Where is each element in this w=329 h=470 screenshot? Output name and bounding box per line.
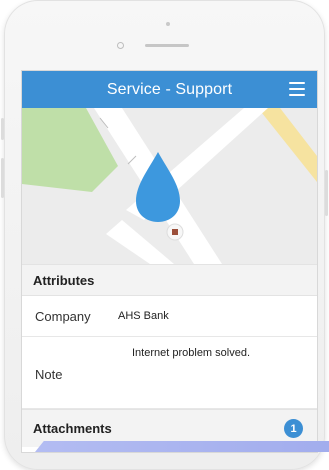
proximity-sensor — [117, 42, 124, 49]
phone-frame: Service - Support Attributes Company AHS… — [1, 0, 328, 470]
note-row: Note Internet problem solved. — [22, 337, 317, 409]
company-label: Company — [35, 308, 91, 324]
note-label: Note — [35, 367, 63, 382]
note-value: Internet problem solved. — [132, 347, 251, 359]
silent-switch — [1, 118, 4, 140]
attributes-title: Attributes — [33, 272, 95, 288]
page-title: Service - Support — [106, 80, 233, 98]
company-value: AHS Bank — [118, 310, 169, 322]
app-screen: Service - Support Attributes Company AHS… — [22, 71, 317, 452]
earpiece-speaker — [145, 44, 189, 47]
attachments-title: Attachments — [33, 421, 112, 436]
power-button — [325, 170, 328, 216]
volume-up-button — [1, 158, 4, 198]
app-bar: Service - Support — [22, 71, 317, 108]
map-canvas — [22, 108, 317, 264]
front-camera — [166, 22, 170, 26]
attachments-count-badge: 1 — [284, 419, 303, 438]
hamburger-menu-icon[interactable] — [289, 82, 305, 96]
map-view[interactable] — [22, 108, 317, 264]
decorative-accent-bar — [35, 441, 329, 452]
company-row: Company AHS Bank — [22, 296, 317, 337]
map-marker-square-icon[interactable] — [172, 229, 178, 235]
attributes-header: Attributes — [22, 264, 317, 296]
